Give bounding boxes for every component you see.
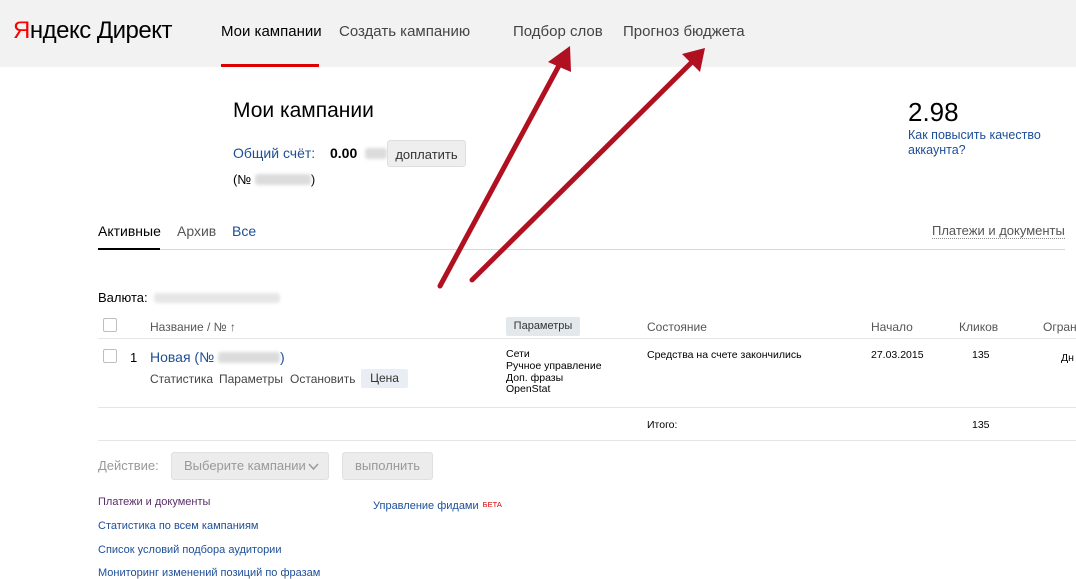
footer-feeds-link[interactable]: Управление фидами xyxy=(373,500,479,512)
header-divider xyxy=(98,338,1076,339)
total-clicks: 135 xyxy=(972,419,990,431)
account-number-prefix: (№ xyxy=(233,172,252,187)
setting-item: OpenStat xyxy=(506,383,551,396)
column-clicks-header: Кликов xyxy=(959,320,999,334)
tab-active[interactable]: Активные xyxy=(98,223,161,239)
account-number-suffix: ) xyxy=(310,172,316,187)
yandex-direct-logo[interactable]: Яндекс Директ xyxy=(13,17,173,45)
account-balance-value: 0.00 xyxy=(330,145,358,161)
beta-badge: БЕТА xyxy=(482,500,502,509)
page-title: Мои кампании xyxy=(233,99,374,122)
nav-create-campaign[interactable]: Создать кампанию xyxy=(339,23,470,40)
top-header: Яндекс Директ Мои кампании Создать кампа… xyxy=(0,0,1076,67)
footer-monitoring-link[interactable]: Мониторинг изменений позиций по фразам xyxy=(98,567,320,579)
account-label[interactable]: Общий счёт: xyxy=(233,145,315,161)
payments-documents-link[interactable]: Платежи и документы xyxy=(932,224,1065,239)
nav-word-selection[interactable]: Подбор слов xyxy=(513,23,603,40)
total-divider xyxy=(98,440,1076,441)
campaign-name-link[interactable]: Новая (№ ) xyxy=(150,349,285,365)
campaign-params-link[interactable]: Параметры xyxy=(219,372,283,386)
currency-label: Валюта: xyxy=(98,290,148,305)
total-label: Итого: xyxy=(647,419,678,431)
pay-button[interactable]: доплатить xyxy=(387,140,466,167)
quality-score: 2.98 xyxy=(908,97,959,127)
account-number-redacted xyxy=(254,174,311,185)
campaign-settings-list: Сети Ручное управление Доп. фразы OpenSt… xyxy=(506,348,602,396)
column-status-header: Состояние xyxy=(647,320,707,334)
column-name-header[interactable]: Название / № ↑ xyxy=(150,320,236,334)
logo-yandex: ндекс xyxy=(29,17,91,44)
campaign-action-select[interactable]: Выберите кампании xyxy=(171,452,329,480)
campaign-number-redacted xyxy=(218,352,281,363)
column-start-header: Начало xyxy=(871,320,913,334)
campaign-stats-link[interactable]: Статистика xyxy=(150,372,213,386)
quality-improve-link[interactable]: Как повысить качество аккаунта? xyxy=(908,128,1048,158)
campaign-start-date: 27.03.2015 xyxy=(871,349,924,361)
footer-feeds: Управление фидами БЕТА xyxy=(373,496,502,514)
row-divider xyxy=(98,407,1076,408)
params-header-button[interactable]: Параметры xyxy=(506,317,580,336)
currency-redacted xyxy=(365,148,388,159)
annotation-arrow xyxy=(469,48,705,283)
select-all-checkbox[interactable] xyxy=(103,318,117,332)
active-nav-indicator xyxy=(221,64,319,67)
nav-budget-forecast[interactable]: Прогноз бюджета xyxy=(623,23,745,40)
footer-stats-all-link[interactable]: Статистика по всем кампаниям xyxy=(98,520,258,532)
campaign-name-suffix: ) xyxy=(280,349,285,365)
logo-direct: Директ xyxy=(96,17,173,44)
account-balance: 0.00 xyxy=(330,145,388,161)
campaign-action-select-label: Выберите кампании xyxy=(184,458,306,473)
tab-all[interactable]: Все xyxy=(232,223,256,239)
campaign-clicks: 135 xyxy=(972,349,990,361)
campaign-stop-link[interactable]: Остановить xyxy=(290,372,356,386)
logo-letter: Я xyxy=(13,17,30,44)
tabs-divider xyxy=(98,249,1065,250)
chevron-down-icon xyxy=(308,463,319,471)
footer-audience-link[interactable]: Список условий подбора аудитории xyxy=(98,544,281,556)
campaign-name: Новая (№ xyxy=(150,349,215,365)
row-checkbox[interactable] xyxy=(103,349,117,363)
campaign-price-button[interactable]: Цена xyxy=(361,369,408,388)
tab-archive[interactable]: Архив xyxy=(177,223,216,239)
row-index: 1 xyxy=(130,350,138,365)
column-limit-header: Огран xyxy=(1043,320,1076,334)
footer-payments-link[interactable]: Платежи и документы xyxy=(98,496,210,508)
campaign-limit: Дн xyxy=(1061,352,1074,364)
setting-item: Ручное управление xyxy=(506,359,602,372)
currency-redacted xyxy=(154,293,281,303)
nav-my-campaigns[interactable]: Мои кампании xyxy=(221,23,322,40)
run-action-button[interactable]: выполнить xyxy=(342,452,433,480)
account-number: (№ ) xyxy=(233,172,315,187)
annotation-arrows xyxy=(437,46,705,289)
active-tab-indicator xyxy=(98,248,160,250)
campaign-status: Средства на счете закончились xyxy=(647,349,802,361)
action-label: Действие: xyxy=(98,458,159,473)
currency-row: Валюта: xyxy=(98,290,281,305)
